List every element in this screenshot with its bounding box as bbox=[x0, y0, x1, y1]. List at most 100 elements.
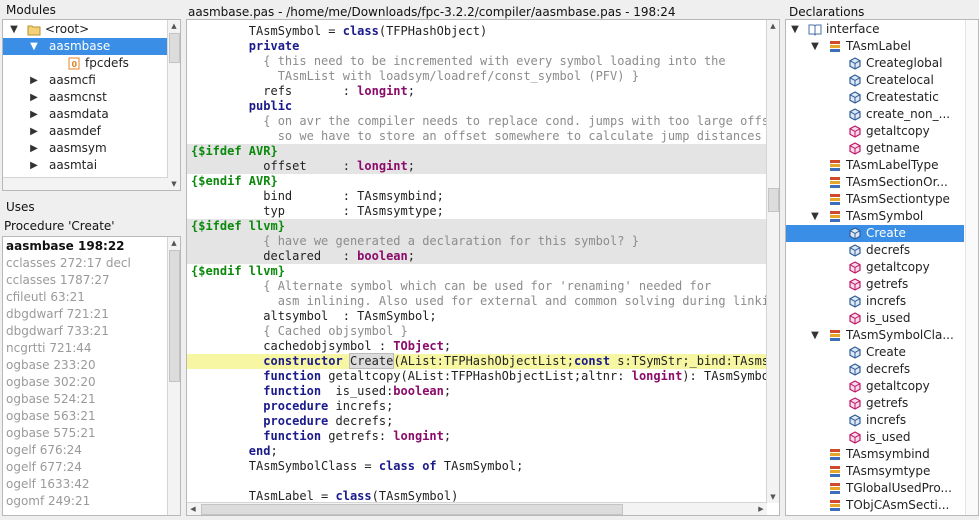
uses-list-item[interactable]: cfileutl 63:21 bbox=[3, 289, 167, 306]
declaration-tree-item[interactable]: increfs bbox=[786, 412, 964, 429]
declaration-tree-item[interactable]: Create bbox=[786, 344, 964, 361]
declaration-tree-item[interactable]: Createglobal bbox=[786, 55, 964, 72]
code-line[interactable]: {$endif AVR} bbox=[187, 174, 767, 189]
expand-arrow-right-icon[interactable]: ▶ bbox=[29, 72, 39, 89]
scroll-up-arrow-icon[interactable]: ▲ bbox=[767, 20, 779, 32]
code-line[interactable]: offset : longint; bbox=[187, 159, 767, 174]
uses-list-item[interactable]: ogelf 1633:42 bbox=[3, 476, 167, 493]
uses-list-item[interactable]: ogbase 575:21 bbox=[3, 425, 167, 442]
code-text-area[interactable]: TAsmSymbol = class(TFPHashObject) privat… bbox=[187, 24, 779, 504]
module-tree-item[interactable]: ▼ <root> bbox=[3, 21, 167, 38]
scroll-down-arrow-icon[interactable]: ▼ bbox=[767, 491, 779, 503]
declarations-tree[interactable]: ▼ interface ▼ TAsmLabel Createglobal Createlo… bbox=[785, 19, 979, 516]
code-editor[interactable]: TAsmSymbol = class(TFPHashObject) privat… bbox=[186, 19, 780, 516]
uses-list-item[interactable]: ogbase 233:20 bbox=[3, 357, 167, 374]
code-line[interactable]: TAsmSymbol = class(TFPHashObject) bbox=[187, 24, 767, 39]
scroll-thumb[interactable] bbox=[201, 504, 623, 515]
editor-vscrollbar[interactable]: ▲ ▼ bbox=[766, 20, 779, 503]
code-line[interactable]: { have we generated a declaration for th… bbox=[187, 234, 767, 249]
declaration-tree-item[interactable]: getrefs bbox=[786, 276, 964, 293]
uses-list-item[interactable]: dbgdwarf 721:21 bbox=[3, 306, 167, 323]
scroll-thumb[interactable] bbox=[169, 33, 180, 63]
declaration-tree-item[interactable]: TGlobalUsedPro... bbox=[786, 480, 964, 497]
declaration-tree-item[interactable]: Create bbox=[786, 225, 964, 242]
uses-list-item[interactable]: ogelf 677:24 bbox=[3, 459, 167, 476]
code-line[interactable]: procedure decrefs; bbox=[187, 414, 767, 429]
code-line[interactable]: { this need to be incremented with every… bbox=[187, 54, 767, 69]
code-line[interactable]: {$ifdef AVR} bbox=[187, 144, 767, 159]
expand-arrow-down-icon[interactable]: ▼ bbox=[790, 21, 800, 38]
expand-arrow-down-icon[interactable]: ▼ bbox=[810, 38, 820, 55]
expand-arrow-down-icon[interactable]: ▼ bbox=[810, 208, 820, 225]
declaration-tree-item[interactable]: TObjCAsmSecti... bbox=[786, 497, 964, 514]
code-line[interactable]: function getrefs: longint; bbox=[187, 429, 767, 444]
code-line[interactable]: { Cached objsymbol } bbox=[187, 324, 767, 339]
scroll-up-arrow-icon[interactable]: ▲ bbox=[168, 237, 180, 249]
uses-list-item[interactable]: ogbase 563:21 bbox=[3, 408, 167, 425]
current-code-line[interactable]: constructor Create(AList:TFPHashObjectLi… bbox=[187, 353, 779, 369]
uses-list-item[interactable]: ogbase 524:21 bbox=[3, 391, 167, 408]
uses-list-item[interactable]: ogomf 249:21 bbox=[3, 493, 167, 510]
code-line[interactable]: asm inlining. Also used for external and… bbox=[187, 294, 779, 309]
declaration-tree-item[interactable]: is_used bbox=[786, 310, 964, 327]
declaration-tree-item[interactable]: getaltcopy bbox=[786, 123, 964, 140]
declaration-tree-item[interactable]: ▼ TAsmLabel bbox=[786, 38, 964, 55]
uses-list-item[interactable]: ogelf 676:24 bbox=[3, 442, 167, 459]
uses-list-item[interactable]: ogbase 302:20 bbox=[3, 374, 167, 391]
code-line[interactable]: TAsmList with loadsym/loadref/const_symb… bbox=[187, 69, 767, 84]
module-tree-item[interactable]: ▶ aasmcnst bbox=[3, 89, 167, 106]
uses-list-item[interactable]: cclasses 272:17 decl bbox=[3, 255, 167, 272]
code-line[interactable]: bind : TAsmsymbind; bbox=[187, 189, 767, 204]
code-line[interactable]: so we have to store an offset somewhere … bbox=[187, 129, 777, 144]
module-tree-item[interactable]: ▶ aasmdef bbox=[3, 123, 167, 140]
declaration-tree-item[interactable]: getaltcopy bbox=[786, 259, 964, 276]
uses-list-item[interactable]: dbgdwarf 733:21 bbox=[3, 323, 167, 340]
module-tree-item[interactable]: ▶ aasmdata bbox=[3, 106, 167, 123]
module-tree-item[interactable]: 0 fpcdefs bbox=[3, 55, 167, 72]
code-line[interactable]: { on avr the compiler needs to replace c… bbox=[187, 114, 779, 129]
declaration-tree-item[interactable]: TAsmSectionOr... bbox=[786, 174, 964, 191]
declaration-tree-item[interactable]: decrefs bbox=[786, 242, 964, 259]
code-line[interactable]: function is_used:boolean; bbox=[187, 384, 767, 399]
declaration-tree-item[interactable]: ▼ interface bbox=[786, 21, 964, 38]
code-line[interactable]: cachedobjsymbol : TObject; bbox=[187, 339, 767, 354]
scroll-down-arrow-icon[interactable]: ▼ bbox=[168, 178, 180, 190]
scroll-thumb[interactable] bbox=[768, 188, 779, 212]
declaration-tree-item[interactable]: decrefs bbox=[786, 361, 964, 378]
code-line[interactable]: altsymbol : TAsmSymbol; bbox=[187, 309, 767, 324]
expand-arrow-right-icon[interactable]: ▶ bbox=[29, 140, 39, 157]
scroll-thumb[interactable] bbox=[169, 250, 180, 382]
declaration-tree-item[interactable]: is_used bbox=[786, 429, 964, 446]
module-tree-item[interactable]: ▶ aasmtai bbox=[3, 157, 167, 174]
code-line[interactable]: {$ifdef llvm} bbox=[187, 219, 767, 234]
expand-arrow-right-icon[interactable]: ▶ bbox=[29, 89, 39, 106]
declaration-tree-item[interactable]: increfs bbox=[786, 293, 964, 310]
code-line[interactable]: private bbox=[187, 39, 767, 54]
uses-list-item[interactable]: ncgrtti 721:44 bbox=[3, 340, 167, 357]
modules-scrollbar[interactable]: ▲ ▼ bbox=[167, 20, 180, 190]
scroll-up-arrow-icon[interactable]: ▲ bbox=[168, 20, 180, 32]
module-tree-item[interactable]: ▶ aasmcfi bbox=[3, 72, 167, 89]
declaration-tree-item[interactable]: getaltcopy bbox=[786, 378, 964, 395]
uses-list-item[interactable]: cclasses 1787:27 bbox=[3, 272, 167, 289]
uses-scrollbar[interactable]: ▲ bbox=[167, 237, 180, 515]
expand-arrow-right-icon[interactable]: ▶ bbox=[29, 106, 39, 123]
module-tree-item[interactable]: ▼ aasmbase bbox=[3, 38, 167, 55]
declaration-tree-item[interactable]: getname bbox=[786, 140, 964, 157]
scroll-left-arrow-icon[interactable]: ◀ bbox=[187, 503, 199, 515]
declaration-tree-item[interactable]: Createlocal bbox=[786, 72, 964, 89]
declaration-tree-item[interactable]: getrefs bbox=[786, 395, 964, 412]
code-line[interactable]: typ : TAsmsymtype; bbox=[187, 204, 767, 219]
code-line[interactable]: refs : longint; bbox=[187, 84, 767, 99]
code-line[interactable]: public bbox=[187, 99, 767, 114]
declaration-tree-item[interactable]: TAsmLabelType bbox=[786, 157, 964, 174]
code-line[interactable]: TAsmSymbolClass = class of TAsmSymbol; bbox=[187, 459, 767, 474]
code-line[interactable]: procedure increfs; bbox=[187, 399, 767, 414]
code-line[interactable]: function getaltcopy(AList:TFPHashObjectL… bbox=[187, 369, 779, 384]
uses-list-item[interactable]: aasmbase 198:22 bbox=[3, 238, 167, 255]
expand-arrow-right-icon[interactable]: ▶ bbox=[29, 157, 39, 174]
modules-tree[interactable]: ▲ ▼ ▼ <root> ▼ aasmbase 0 fpcdefs ▶ aasmcfi ▶ aas… bbox=[2, 19, 181, 191]
declaration-tree-item[interactable]: create_non_... bbox=[786, 106, 964, 123]
code-line[interactable]: end; bbox=[187, 444, 767, 459]
declaration-tree-item[interactable]: TAsmSectiontype bbox=[786, 191, 964, 208]
